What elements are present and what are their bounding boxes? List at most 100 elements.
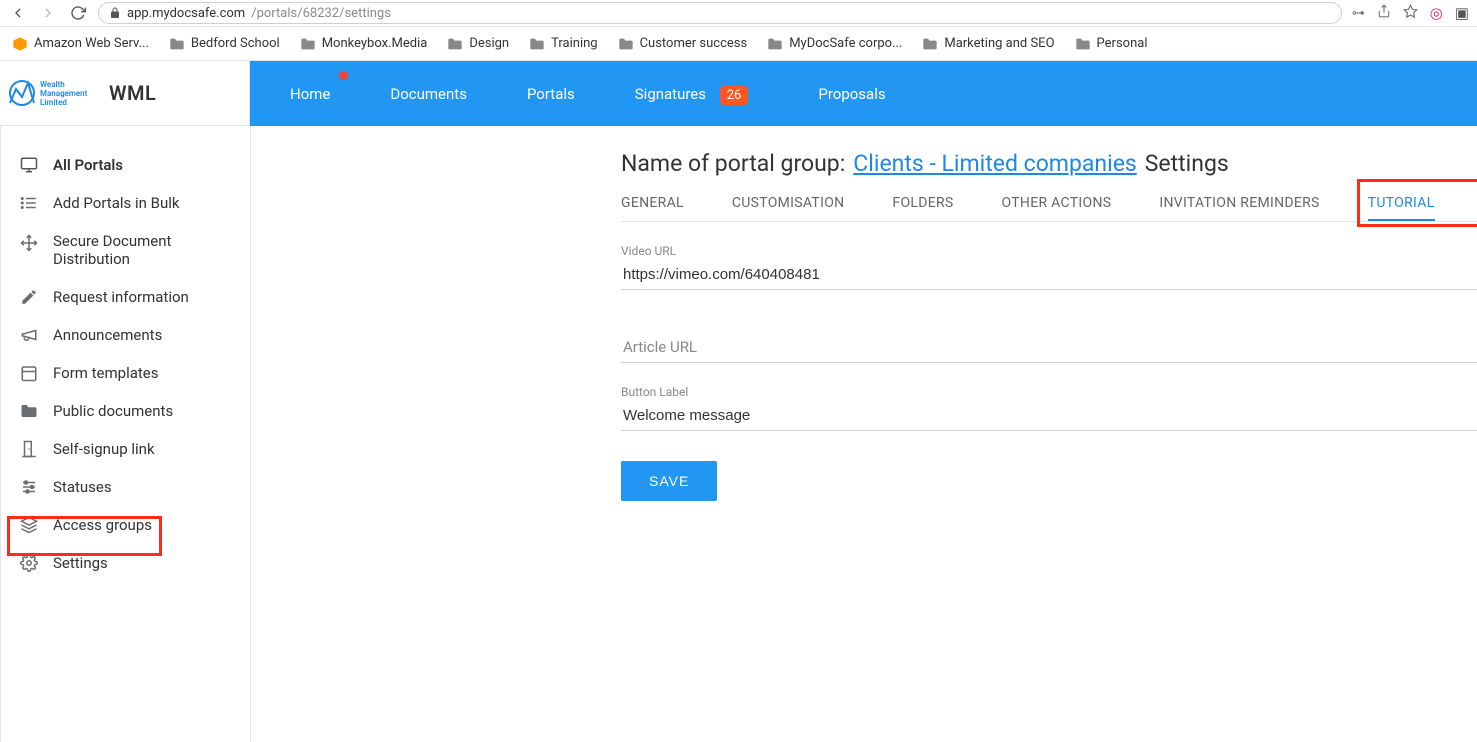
bookmark-label: Amazon Web Serv... — [34, 36, 149, 51]
nav-home[interactable]: Home — [290, 85, 330, 103]
folder-icon — [447, 37, 463, 51]
gear-icon — [20, 554, 38, 572]
folder-icon — [20, 403, 38, 419]
tab-customisation[interactable]: CUSTOMISATION — [732, 187, 845, 221]
browser-nav-row: app.mydocsafe.com/portals/68232/settings… — [0, 0, 1477, 27]
nav-label: Proposals — [818, 85, 885, 103]
folder-icon — [618, 37, 634, 51]
bookmark-folder[interactable]: Bedford School — [169, 36, 280, 51]
article-url-input[interactable]: Article URL — [621, 330, 1477, 363]
sidebar-item-public-docs[interactable]: Public documents — [1, 392, 250, 430]
tab-general[interactable]: GENERAL — [621, 187, 684, 221]
nav-label: Home — [290, 85, 330, 103]
sidebar-item-add-bulk[interactable]: Add Portals in Bulk — [1, 184, 250, 222]
main-area: Name of portal group: Clients - Limited … — [251, 126, 1477, 742]
folder-icon — [767, 37, 783, 51]
sidebar-item-access-groups[interactable]: Access groups — [1, 506, 250, 544]
sidebar-item-form-templates[interactable]: Form templates — [1, 354, 250, 392]
group-link[interactable]: Clients - Limited companies — [853, 150, 1136, 177]
nav-portals[interactable]: Portals — [527, 85, 575, 103]
address-bar[interactable]: app.mydocsafe.com/portals/68232/settings — [98, 2, 1342, 24]
calendar-icon — [20, 364, 38, 382]
layers-icon — [20, 516, 38, 534]
tab-invitation-reminders[interactable]: INVITATION REMINDERS — [1159, 187, 1319, 221]
lock-icon — [109, 7, 121, 19]
bookmark-label: Training — [551, 36, 597, 51]
folder-icon — [169, 37, 185, 51]
bookmark-folder[interactable]: Customer success — [618, 36, 748, 51]
bookmark-label: Bedford School — [191, 36, 280, 51]
bookmark-label: Personal — [1097, 36, 1148, 51]
key-icon[interactable]: ⊶ — [1352, 6, 1365, 21]
sidebar-item-self-signup[interactable]: Self-signup link — [1, 430, 250, 468]
title-prefix: Name of portal group: — [621, 150, 845, 177]
bookmark-label: Customer success — [640, 36, 748, 51]
sidebar-item-label: Settings — [53, 554, 108, 572]
folder-icon — [1075, 37, 1091, 51]
sidebar-item-secure-dist[interactable]: Secure Document Distribution — [1, 222, 250, 278]
sidebar-item-request-info[interactable]: Request information — [1, 278, 250, 316]
bookmark-label: MyDocSafe corpo... — [789, 36, 902, 51]
nav-proposals[interactable]: Proposals — [818, 85, 885, 103]
brand-block[interactable]: Wealth Management Limited WML — [0, 61, 250, 126]
megaphone-icon — [20, 326, 38, 344]
sidebar-item-announcements[interactable]: Announcements — [1, 316, 250, 354]
share-icon[interactable] — [1377, 4, 1391, 22]
highlight-tutorial — [1357, 179, 1477, 227]
tab-folders[interactable]: FOLDERS — [892, 187, 953, 221]
folder-icon — [529, 37, 545, 51]
bookmark-folder[interactable]: Monkeybox.Media — [300, 36, 428, 51]
sidebar-header[interactable]: All Portals — [1, 146, 250, 184]
sliders-icon — [20, 478, 38, 496]
door-icon — [20, 440, 38, 458]
move-icon — [20, 234, 38, 252]
sidebar-item-statuses[interactable]: Statuses — [1, 468, 250, 506]
button-label-input[interactable] — [621, 401, 1477, 431]
list-icon — [20, 194, 38, 212]
forward-button[interactable] — [38, 3, 58, 23]
settings-tabs: GENERAL CUSTOMISATION FOLDERS OTHER ACTI… — [621, 187, 1477, 222]
video-url-input[interactable] — [621, 260, 1477, 290]
edit-icon — [20, 288, 38, 306]
nav-label: Documents — [390, 85, 467, 103]
bookmark-folder[interactable]: MyDocSafe corpo... — [767, 36, 902, 51]
extension-icon-2[interactable]: ▣ — [1455, 4, 1469, 22]
nav-label: Signatures — [635, 85, 706, 103]
sidebar-item-label: Access groups — [53, 516, 152, 534]
sidebar-item-label: Add Portals in Bulk — [53, 194, 180, 212]
brand-logo-icon: Wealth Management Limited — [8, 75, 103, 111]
bookmark-folder[interactable]: Training — [529, 36, 597, 51]
sidebar-item-label: Statuses — [53, 478, 112, 496]
sidebar-item-label: Public documents — [53, 402, 173, 420]
reload-button[interactable] — [68, 3, 88, 23]
back-button[interactable] — [8, 3, 28, 23]
sidebar-header-label: All Portals — [53, 156, 123, 174]
page-title: Name of portal group: Clients - Limited … — [621, 150, 1477, 177]
svg-text:Wealth: Wealth — [40, 80, 65, 89]
extension-icon-1[interactable]: ◎ — [1430, 4, 1443, 22]
aws-icon — [12, 36, 28, 52]
video-url-label: Video URL — [621, 244, 1477, 258]
bookmarks-bar: Amazon Web Serv... Bedford School Monkey… — [0, 27, 1477, 61]
bookmark-aws[interactable]: Amazon Web Serv... — [12, 36, 149, 52]
folder-icon — [300, 37, 316, 51]
title-suffix: Settings — [1145, 150, 1229, 177]
sidebar-item-settings[interactable]: Settings — [1, 544, 250, 582]
nav-documents[interactable]: Documents — [390, 85, 467, 103]
url-path: /portals/68232/settings — [251, 6, 391, 21]
sidebar-item-label: Request information — [53, 288, 189, 306]
bookmark-folder[interactable]: Design — [447, 36, 509, 51]
brand-short: WML — [109, 81, 156, 105]
sidebar: All Portals Add Portals in Bulk Secure D… — [1, 126, 251, 742]
bookmark-label: Design — [469, 36, 509, 51]
bookmark-folder[interactable]: Personal — [1075, 36, 1148, 51]
bookmark-folder[interactable]: Marketing and SEO — [922, 36, 1054, 51]
star-icon[interactable] — [1403, 4, 1418, 23]
bookmark-label: Monkeybox.Media — [322, 36, 428, 51]
save-button[interactable]: SAVE — [621, 461, 717, 501]
tab-other-actions[interactable]: OTHER ACTIONS — [1002, 187, 1112, 221]
notification-dot-icon — [339, 71, 348, 80]
monitor-icon — [19, 156, 39, 174]
nav-signatures[interactable]: Signatures 26 — [635, 85, 749, 103]
nav-label: Portals — [527, 85, 575, 103]
